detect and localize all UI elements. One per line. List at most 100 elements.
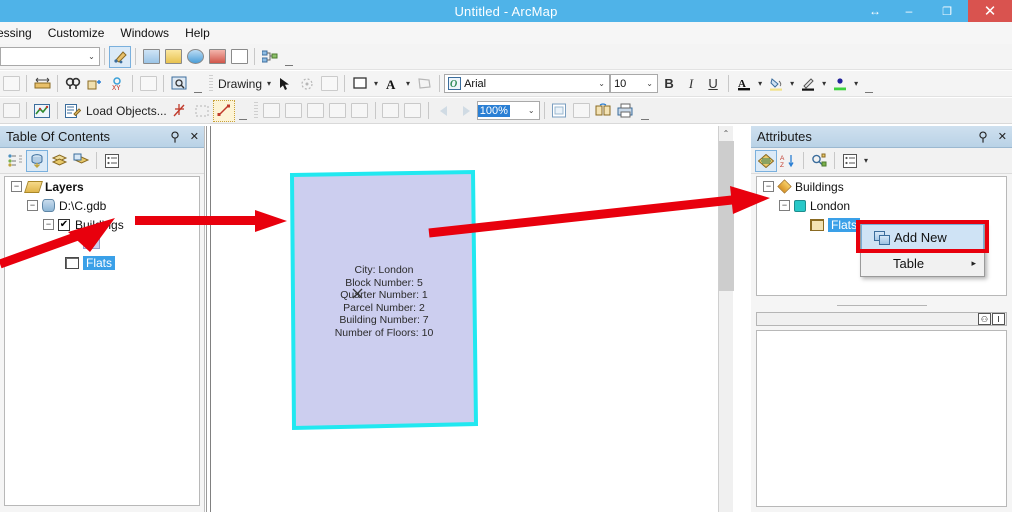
attributes-item-london[interactable]: − London: [757, 196, 1006, 215]
drawing-menu-label[interactable]: Drawing: [216, 77, 264, 91]
attributes-item-buildings[interactable]: − Buildings: [757, 177, 1006, 196]
pin-icon[interactable]: ⚲: [973, 129, 993, 145]
options-icon[interactable]: [101, 150, 123, 172]
underline-button[interactable]: U: [702, 73, 724, 95]
collapse-icon[interactable]: −: [43, 219, 54, 230]
font-color-caret-icon[interactable]: ▾: [755, 79, 765, 88]
select-arrow-icon[interactable]: [274, 73, 296, 95]
menu-item-help[interactable]: Help: [177, 24, 218, 42]
collapse-icon[interactable]: −: [27, 200, 38, 211]
close-icon[interactable]: ✕: [185, 130, 204, 143]
zoom-layer-icon[interactable]: [380, 100, 402, 122]
show-attributes-icon[interactable]: [755, 149, 777, 172]
list-by-visibility-icon[interactable]: [48, 150, 70, 172]
go-to-xy-icon[interactable]: XY: [106, 73, 128, 95]
zoom-selection-icon[interactable]: [402, 100, 424, 122]
print-preview-icon[interactable]: [615, 100, 637, 122]
refresh-icon[interactable]: [593, 100, 615, 122]
italic-button[interactable]: I: [680, 73, 702, 95]
restore-button[interactable]: ❐: [926, 0, 968, 22]
navigation-overflow-button[interactable]: [639, 101, 651, 121]
toc-item-geodatabase[interactable]: − D:\C.gdb: [5, 196, 199, 215]
zoom-in-icon[interactable]: [261, 100, 283, 122]
edit-vertices-icon[interactable]: [212, 99, 235, 122]
find-icon[interactable]: [62, 73, 84, 95]
list-by-drawing-order-icon[interactable]: [4, 150, 26, 172]
sketch-tool-icon[interactable]: [169, 100, 191, 122]
tools-overflow-button[interactable]: [192, 74, 204, 94]
bold-button[interactable]: B: [658, 73, 680, 95]
layer-visibility-checkbox[interactable]: ✔: [58, 218, 70, 231]
toc-item-layers[interactable]: − Layers: [5, 177, 199, 196]
person-icon[interactable]: ⚇: [978, 313, 991, 325]
identify-icon[interactable]: [0, 73, 22, 95]
attributes-splitter[interactable]: [756, 298, 1007, 312]
page-layout-icon[interactable]: [549, 100, 571, 122]
time-slider-icon[interactable]: [137, 73, 159, 95]
toolbar-overflow-button[interactable]: [283, 47, 295, 67]
toc-tree[interactable]: − Layers − D:\C.gdb − ✔ Buildings Flats: [4, 176, 200, 506]
font-size-combo[interactable]: 10 ⌄: [610, 74, 659, 93]
symbol-swatch-icon[interactable]: [83, 238, 100, 249]
python-window-icon[interactable]: [228, 46, 250, 68]
full-extent-icon[interactable]: [327, 100, 349, 122]
line-color-caret-icon[interactable]: ▾: [819, 79, 829, 88]
highlight-feature-icon[interactable]: [808, 150, 830, 172]
list-by-selection-icon[interactable]: [70, 150, 92, 172]
measure-icon[interactable]: [31, 73, 53, 95]
scroll-up-arrow-icon[interactable]: ⌃: [719, 126, 733, 141]
fixed-zoom-icon[interactable]: [349, 100, 371, 122]
text-color-caret-icon[interactable]: ▾: [403, 79, 413, 88]
menu-item-geoprocessing[interactable]: essing: [0, 24, 40, 42]
attributes-value-grid[interactable]: [756, 330, 1007, 507]
minimize-button[interactable]: –: [892, 0, 926, 22]
drawing-caret-icon[interactable]: ▾: [264, 79, 274, 88]
fill-color-icon[interactable]: [349, 73, 371, 95]
model-builder-icon[interactable]: [259, 46, 281, 68]
toolbar-grip[interactable]: [253, 102, 258, 119]
viewer-window-icon[interactable]: [168, 73, 190, 95]
edit-tool-icon[interactable]: [109, 45, 131, 68]
menu-item-windows[interactable]: Windows: [112, 24, 177, 42]
context-menu-item-table[interactable]: Table ▸: [861, 250, 984, 276]
data-frame-icon[interactable]: [571, 100, 593, 122]
menu-item-customize[interactable]: Customize: [40, 24, 113, 42]
toc-item-symbol[interactable]: [5, 234, 199, 253]
context-menu-item-add-new[interactable]: Add New: [861, 224, 984, 250]
arrange-icon[interactable]: [318, 73, 340, 95]
font-color-icon[interactable]: A: [733, 73, 755, 95]
hyperlink-icon[interactable]: [84, 73, 106, 95]
line-color-icon[interactable]: [797, 73, 819, 95]
pin-icon[interactable]: ⚲: [165, 129, 185, 145]
insert-icon[interactable]: I: [992, 313, 1005, 325]
fill-color-swatch-caret-icon[interactable]: ▾: [787, 79, 797, 88]
map-canvas[interactable]: City: London Block Number: 5 Quarter Num…: [210, 126, 717, 512]
collapse-icon[interactable]: −: [779, 200, 790, 211]
close-button[interactable]: ✕: [968, 0, 1012, 22]
options-list-icon[interactable]: [839, 150, 861, 172]
load-objects-label[interactable]: Load Objects...: [84, 104, 169, 118]
fill-color-swatch-icon[interactable]: [765, 73, 787, 95]
collapse-icon[interactable]: −: [11, 181, 22, 192]
drawing-overflow-button[interactable]: [863, 74, 875, 94]
editor-overflow-button[interactable]: [237, 101, 249, 121]
editor-icon[interactable]: [31, 100, 53, 122]
table-window-icon[interactable]: [140, 46, 162, 68]
map-vertical-scrollbar[interactable]: ⌃: [718, 126, 734, 512]
font-name-combo[interactable]: O Arial ⌄: [444, 74, 611, 93]
list-by-source-icon[interactable]: [26, 149, 48, 172]
trace-icon[interactable]: [191, 100, 213, 122]
toc-item-buildings[interactable]: − ✔ Buildings: [5, 215, 199, 234]
resize-icon[interactable]: ↔: [858, 0, 892, 22]
toolbox-icon[interactable]: [206, 46, 228, 68]
toolbar-grip[interactable]: [209, 75, 213, 92]
search-globe-icon[interactable]: [184, 46, 206, 68]
zoom-out-icon[interactable]: [283, 100, 305, 122]
text-color-icon[interactable]: A: [381, 73, 403, 95]
marker-color-icon[interactable]: [829, 73, 851, 95]
pan-icon[interactable]: [305, 100, 327, 122]
layer-combo[interactable]: ⌄: [0, 47, 100, 66]
options-caret-icon[interactable]: ▾: [861, 156, 871, 165]
scrollbar-thumb[interactable]: [719, 141, 734, 291]
context-menu[interactable]: Add New Table ▸: [860, 223, 985, 277]
